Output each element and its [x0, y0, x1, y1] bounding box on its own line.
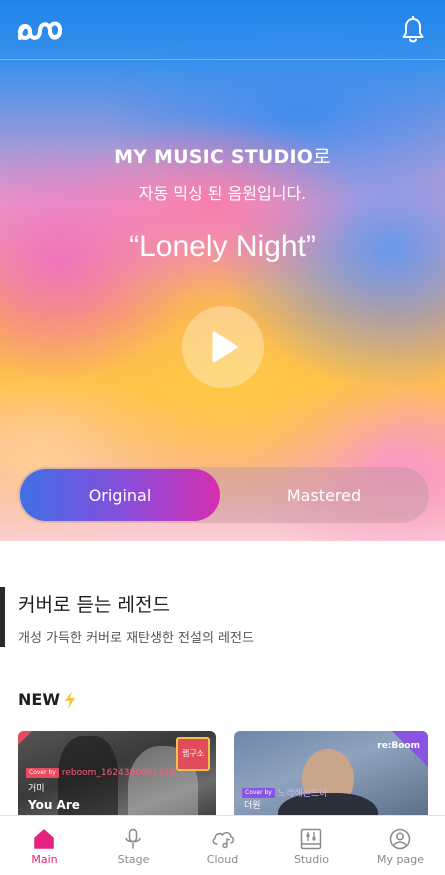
card-corner-tag [18, 731, 32, 745]
toggle-mastered[interactable]: Mastered [224, 469, 424, 521]
user-circle-icon [389, 828, 411, 850]
play-icon [212, 331, 238, 363]
nav-item-main[interactable]: Main [0, 816, 89, 875]
home-icon [34, 829, 54, 849]
new-section-title: NEW [18, 690, 60, 709]
infinity-music-logo-icon[interactable] [16, 18, 64, 44]
nav-item-studio[interactable]: Studio [267, 816, 356, 875]
card-artist: 더원 [244, 801, 261, 811]
nav-label-studio: Studio [293, 853, 330, 866]
microphone-icon [125, 828, 141, 849]
nav-item-my-page[interactable]: My page [356, 816, 445, 875]
version-toggle: Original Mastered [18, 467, 429, 523]
nav-label-my-page: My page [377, 853, 424, 866]
lightning-icon [65, 691, 75, 709]
bottom-navigation: Main Stage Cloud Studio My page [0, 815, 445, 875]
cover-by-label: Cover by [242, 787, 275, 798]
cover-user: 노래해산드아 [277, 789, 328, 799]
cover-user: reboom_1624380891318 [61, 768, 176, 778]
toggle-original[interactable]: Original [20, 469, 220, 521]
nav-label-cloud: Cloud [206, 853, 239, 866]
cloud-music-icon [212, 832, 234, 849]
section-accent-bar [0, 587, 5, 647]
hero-brand-line: MY MUSIC STUDIO로 [0, 142, 445, 169]
hero-subtitle: 자동 믹싱 된 음원입니다. [138, 184, 307, 203]
nav-label-main: Main [31, 853, 58, 866]
brand-suffix: 로 [313, 146, 331, 168]
brand-name: MY MUSIC STUDIO [114, 146, 314, 168]
cover-by-label: Cover by [26, 768, 59, 778]
top-bar [0, 0, 445, 60]
play-button[interactable] [182, 306, 264, 388]
card-song-title: You Are [28, 798, 80, 812]
cover-by-tag: Cover by reboom_1624380891318 [26, 768, 175, 778]
bell-icon[interactable] [401, 16, 425, 44]
nav-label-stage: Stage [117, 853, 150, 866]
card-artist: 거미 [28, 784, 45, 794]
nav-item-cloud[interactable]: Cloud [178, 816, 267, 875]
channel-badge: 랩구소 [176, 737, 210, 771]
hero-banner: MY MUSIC STUDIO로 자동 믹싱 된 음원입니다. “Lonely … [0, 0, 445, 541]
studio-mixer-icon [300, 828, 322, 850]
song-title: “Lonely Night” [129, 230, 316, 263]
nav-item-stage[interactable]: Stage [89, 816, 178, 875]
legend-section-subtitle: 개성 가득한 커버로 재탄생한 전설의 레전드 [18, 631, 254, 646]
reboom-brand: re:Boom [377, 741, 420, 751]
legend-section-title[interactable]: 커버로 듣는 레전드 [18, 590, 170, 617]
